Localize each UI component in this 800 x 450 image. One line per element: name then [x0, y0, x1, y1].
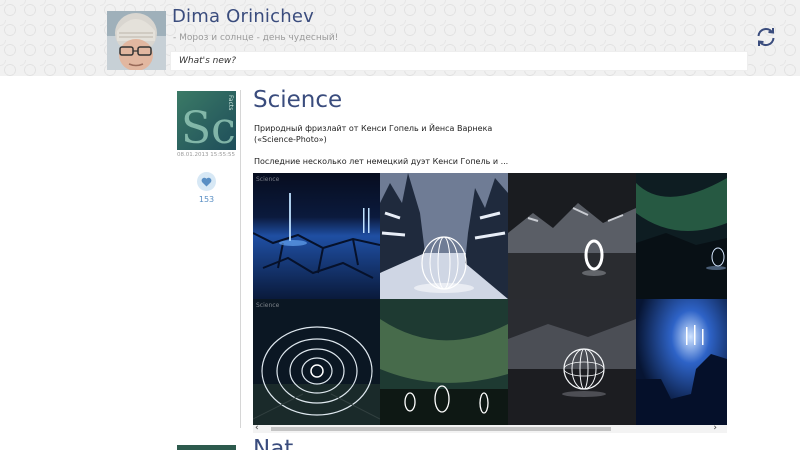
like-count: 153	[198, 195, 215, 204]
gallery-scrollbar[interactable]: ‹ ›	[253, 424, 727, 433]
post-thumbnail[interactable]: Sc Facts	[177, 91, 236, 150]
next-post-title[interactable]: Nat	[253, 436, 293, 450]
heart-icon	[201, 177, 212, 186]
photo-label: Science	[256, 176, 280, 183]
like-button[interactable]	[197, 172, 216, 191]
thumb-side-text: Facts	[227, 95, 234, 110]
chevron-left-icon[interactable]: ‹	[255, 424, 259, 433]
post-title[interactable]: Science	[253, 87, 342, 113]
next-post-thumbnail[interactable]	[177, 445, 236, 450]
photo-label: Science	[256, 302, 280, 309]
post-text: Природный фризлайт от Кенси Гопель и Йен…	[254, 124, 493, 144]
photo-mountain-ring[interactable]	[508, 173, 636, 299]
scrollbar-thumb[interactable]	[271, 427, 611, 431]
post-date: 08.01.2013 15:55:55	[177, 152, 235, 158]
post-excerpt: Последние несколько лет немецкий дуэт Ке…	[254, 157, 509, 166]
timeline-divider	[240, 90, 241, 428]
photo-blue-rock-arch[interactable]	[636, 299, 727, 425]
photo-aurora-lake[interactable]	[636, 173, 727, 299]
chevron-right-icon[interactable]: ›	[713, 424, 717, 433]
photo-aurora-rings[interactable]	[380, 299, 508, 425]
profile-name[interactable]: Dima Orinichev	[172, 6, 314, 27]
photo-snow-forest-orb[interactable]	[380, 173, 508, 299]
profile-header: Dima Orinichev - Мороз и солнце - день ч…	[0, 0, 800, 76]
photo-salt-flat-lights[interactable]: Science	[253, 173, 380, 299]
photo-spiral-rings[interactable]: Science	[253, 299, 380, 425]
whats-new-input[interactable]: What's new?	[170, 51, 748, 71]
status-text: - Мороз и солнце - день чудесный!	[173, 33, 339, 43]
avatar[interactable]	[107, 11, 166, 70]
photo-gallery: Science Science	[253, 173, 727, 425]
refresh-button[interactable]	[754, 25, 778, 49]
photo-dark-orb[interactable]	[508, 299, 636, 425]
refresh-icon	[757, 28, 775, 46]
